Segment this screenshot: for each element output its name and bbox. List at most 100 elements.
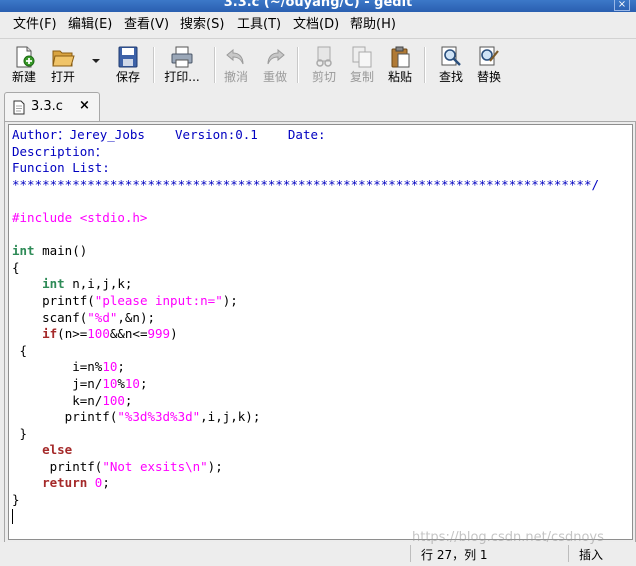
code-token: {	[12, 259, 20, 275]
menu-help[interactable]: 帮助(H)	[348, 16, 398, 34]
code-line[interactable]: return 0;	[12, 475, 599, 492]
print-button[interactable]: 打印...	[161, 44, 203, 86]
tab-close-icon[interactable]: ×	[79, 98, 90, 113]
find-icon	[441, 46, 461, 66]
paste-button[interactable]: 粘贴	[379, 44, 421, 86]
code-token: #include <stdio.h>	[12, 209, 148, 225]
code-token: );	[222, 292, 238, 308]
menu-edit[interactable]: 编辑(E)	[66, 16, 114, 34]
code-line[interactable]: }	[12, 426, 599, 443]
new-label: 新建	[11, 70, 36, 84]
code-token: &&n<=	[109, 326, 148, 342]
code-line[interactable]: i=n%10;	[12, 359, 599, 376]
tab-3-3-c[interactable]: 3.3.c ×	[4, 92, 100, 122]
code-line[interactable]: Description：	[12, 144, 599, 161]
tab-bar: 3.3.c ×	[0, 89, 636, 122]
code-line[interactable]	[12, 227, 599, 244]
title-bar: 3.3.c (~/ouyang/C) - gedit ×	[0, 0, 636, 12]
clipboard-icon	[391, 46, 410, 68]
new-button[interactable]: 新建	[3, 44, 45, 86]
code-token: ,&n);	[117, 309, 156, 325]
code-token: int	[12, 243, 35, 259]
find-label: 查找	[438, 70, 463, 84]
code-token: );	[207, 458, 223, 474]
code-line[interactable]	[12, 508, 599, 526]
cut-label: 剪切	[311, 70, 336, 84]
code-line[interactable]: #include <stdio.h>	[12, 210, 599, 227]
code-token: ****************************************…	[12, 176, 599, 192]
scissors-icon	[316, 46, 332, 67]
menu-tools[interactable]: 工具(T)	[235, 16, 283, 34]
find-button[interactable]: 查找	[430, 44, 472, 86]
code-line[interactable]: if(n>=100&&n<=999)	[12, 326, 599, 343]
cursor-position: 行 27，列 1	[421, 548, 488, 562]
code-token: main()	[34, 243, 88, 259]
code-token: "Not exsits\n"	[102, 458, 208, 474]
code-token: j=n/	[12, 375, 103, 391]
undo-icon	[226, 48, 244, 65]
code-line[interactable]: printf("Not exsits\n");	[12, 459, 599, 476]
redo-icon	[267, 48, 285, 65]
editor-frame: Author：Jerey_Jobs Version:0.1 Date: Descr…	[4, 121, 636, 543]
code-content[interactable]: Author：Jerey_Jobs Version:0.1 Date: Descr…	[12, 127, 599, 525]
redo-label: 重做	[262, 70, 287, 84]
menu-view[interactable]: 查看(V)	[122, 16, 171, 34]
code-line[interactable]: scanf("%d",&n);	[12, 310, 599, 327]
code-token: Author：Jerey_Jobs Version:0.1 Date:	[12, 127, 326, 142]
menu-documents[interactable]: 文档(D)	[291, 16, 341, 34]
replace-button[interactable]: 替换	[468, 44, 510, 86]
code-line[interactable]: int main()	[12, 243, 599, 260]
replace-label: 替换	[476, 70, 501, 84]
code-line[interactable]: ****************************************…	[12, 177, 599, 194]
paste-label: 粘贴	[387, 70, 412, 84]
toolbar: 新建 打开 保存 打印... 撤消 重做 剪切 复制 粘贴 查找 替换	[0, 39, 636, 89]
code-line[interactable]: }	[12, 492, 599, 509]
code-token: Description：	[12, 143, 108, 159]
save-icon	[118, 46, 138, 68]
cut-button[interactable]: 剪切	[303, 44, 345, 86]
code-token: return	[42, 475, 88, 491]
code-token: %	[117, 375, 125, 391]
code-token: 100	[87, 326, 110, 342]
save-button[interactable]: 保存	[107, 44, 149, 86]
code-line[interactable]: j=n/10%10;	[12, 376, 599, 393]
code-token: Funcion List:	[12, 160, 110, 176]
code-token: ,i,j,k);	[200, 409, 261, 425]
code-token: "please input:n="	[94, 292, 223, 308]
insert-mode[interactable]: 插入	[579, 546, 603, 563]
undo-button[interactable]: 撤消	[215, 44, 257, 86]
code-line[interactable]: printf("%3d%3d%3d",i,j,k);	[12, 409, 599, 426]
code-line[interactable]: else	[12, 442, 599, 459]
code-line[interactable]: int n,i,j,k;	[12, 276, 599, 293]
code-line[interactable]	[12, 193, 599, 210]
window-close-button[interactable]: ×	[614, 0, 630, 11]
code-token: if	[42, 326, 58, 342]
toolbar-separator	[424, 47, 426, 83]
code-token: printf(	[12, 409, 118, 425]
menu-bar: 文件(F) 编辑(E) 查看(V) 搜索(S) 工具(T) 文档(D) 帮助(H…	[0, 12, 636, 39]
menu-file[interactable]: 文件(F)	[11, 16, 59, 34]
save-label: 保存	[115, 70, 140, 84]
print-label: 打印...	[164, 70, 200, 84]
menu-search[interactable]: 搜索(S)	[178, 16, 226, 34]
toolbar-separator	[297, 47, 299, 83]
open-button[interactable]: 打开	[42, 44, 84, 86]
code-line[interactable]: Author：Jerey_Jobs Version:0.1 Date:	[12, 127, 599, 144]
code-token: (n>=	[57, 326, 88, 342]
redo-button[interactable]: 重做	[254, 44, 296, 86]
code-line[interactable]: {	[12, 260, 599, 277]
code-line[interactable]: {	[12, 343, 599, 360]
open-recent-dropdown[interactable]	[89, 57, 103, 71]
code-line[interactable]: k=n/100;	[12, 393, 599, 410]
copy-button[interactable]: 复制	[341, 44, 383, 86]
code-token: {	[12, 342, 28, 358]
code-token: ;	[139, 375, 148, 391]
code-editor[interactable]: Author：Jerey_Jobs Version:0.1 Date: Descr…	[8, 124, 633, 540]
code-line[interactable]: printf("please input:n=");	[12, 293, 599, 310]
code-line[interactable]: Funcion List:	[12, 160, 599, 177]
status-bar: https://blog.csdn.net/csdnoys 行 27，列 1 插…	[0, 530, 636, 566]
